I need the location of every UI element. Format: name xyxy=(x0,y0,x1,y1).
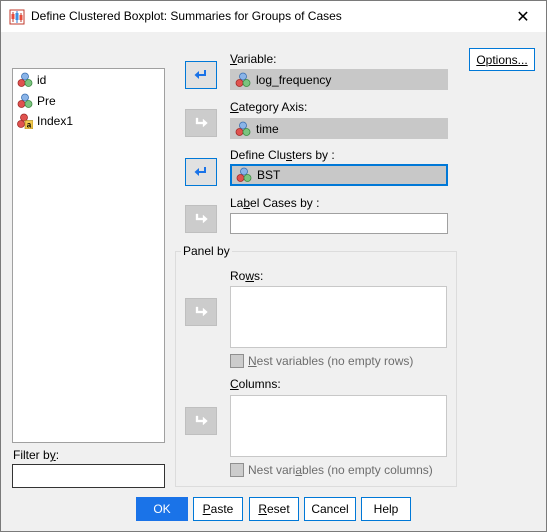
define-clusters-slot[interactable]: BST xyxy=(230,164,448,186)
rows-label: Rows: xyxy=(230,269,264,283)
options-button-label: Options... xyxy=(476,52,528,67)
move-to-clusters-button[interactable] xyxy=(185,158,217,186)
help-button[interactable]: Help xyxy=(361,497,411,521)
cancel-button-label: Cancel xyxy=(311,502,349,516)
move-to-category-axis-button[interactable] xyxy=(185,109,217,137)
move-to-rows-button[interactable] xyxy=(185,298,217,326)
list-item-variable[interactable]: id xyxy=(17,71,46,89)
arrow-right-icon xyxy=(193,304,209,320)
variable-name: Index1 xyxy=(37,114,74,128)
category-axis-label: Category Axis: xyxy=(230,100,308,114)
ok-button-label: OK xyxy=(153,502,171,516)
rows-listbox[interactable] xyxy=(230,286,447,348)
filter-by-input[interactable] xyxy=(12,464,165,488)
boxplot-app-icon xyxy=(9,9,25,25)
label-cases-slot[interactable] xyxy=(230,213,448,234)
options-button[interactable]: Options... xyxy=(469,48,535,71)
define-clusters-label: Define Clusters by : xyxy=(230,148,335,162)
nest-columns-checkbox[interactable] xyxy=(230,463,244,477)
nest-rows-checkbox[interactable] xyxy=(230,354,244,368)
filter-by-label: Filter by: xyxy=(13,448,60,462)
cancel-button[interactable]: Cancel xyxy=(304,497,356,521)
scale-variable-icon xyxy=(236,167,252,183)
variable-value: log_frequency xyxy=(256,72,332,87)
scale-variable-icon xyxy=(235,72,251,88)
dialog-title: Define Clustered Boxplot: Summaries for … xyxy=(31,9,342,23)
columns-listbox[interactable] xyxy=(230,395,447,457)
variable-label-text: ariable: xyxy=(237,52,277,66)
variable-slot[interactable]: log_frequency xyxy=(230,69,448,90)
arrow-right-icon xyxy=(193,413,209,429)
paste-button-label: P xyxy=(202,502,211,516)
move-to-columns-button[interactable] xyxy=(185,407,217,435)
close-icon: ✕ xyxy=(516,8,530,26)
list-item-variable[interactable]: Pre xyxy=(17,92,56,110)
title-bar: Define Clustered Boxplot: Summaries for … xyxy=(1,1,546,32)
help-button-label: Help xyxy=(373,502,399,516)
variable-label: Variable: xyxy=(230,52,277,66)
arrow-right-icon xyxy=(193,211,209,227)
label-cases-label: Label Cases by : xyxy=(230,196,320,210)
scale-variable-icon xyxy=(17,72,33,88)
variable-name: Pre xyxy=(37,94,56,108)
list-item-variable[interactable]: Index1 xyxy=(17,112,73,130)
nest-rows-label: Nest variables (no empty rows) xyxy=(248,354,414,368)
define-clusters-value: BST xyxy=(257,168,281,182)
variable-name: id xyxy=(37,73,47,87)
columns-label: Columns: xyxy=(230,377,281,391)
nominal-string-variable-icon xyxy=(17,113,33,129)
move-to-variable-button[interactable] xyxy=(185,61,217,89)
source-variable-list[interactable]: id Pre Index1 xyxy=(12,68,165,443)
close-button[interactable]: ✕ xyxy=(500,1,546,32)
category-axis-value: time xyxy=(256,121,279,136)
dialog-window: Define Clustered Boxplot: Summaries for … xyxy=(0,0,547,532)
paste-button[interactable]: Paste xyxy=(193,497,243,521)
scale-variable-icon xyxy=(235,121,251,137)
move-to-label-cases-button[interactable] xyxy=(185,205,217,233)
category-axis-slot[interactable]: time xyxy=(230,118,448,139)
arrow-left-icon xyxy=(193,164,209,180)
arrow-left-icon xyxy=(193,67,209,83)
arrow-right-icon xyxy=(193,115,209,131)
reset-button[interactable]: Reset xyxy=(249,497,299,521)
nest-columns-label: Nest variables (no empty columns) xyxy=(248,463,433,477)
ok-button[interactable]: OK xyxy=(136,497,188,521)
scale-variable-icon xyxy=(17,93,33,109)
panel-by-label: Panel by xyxy=(181,244,232,258)
